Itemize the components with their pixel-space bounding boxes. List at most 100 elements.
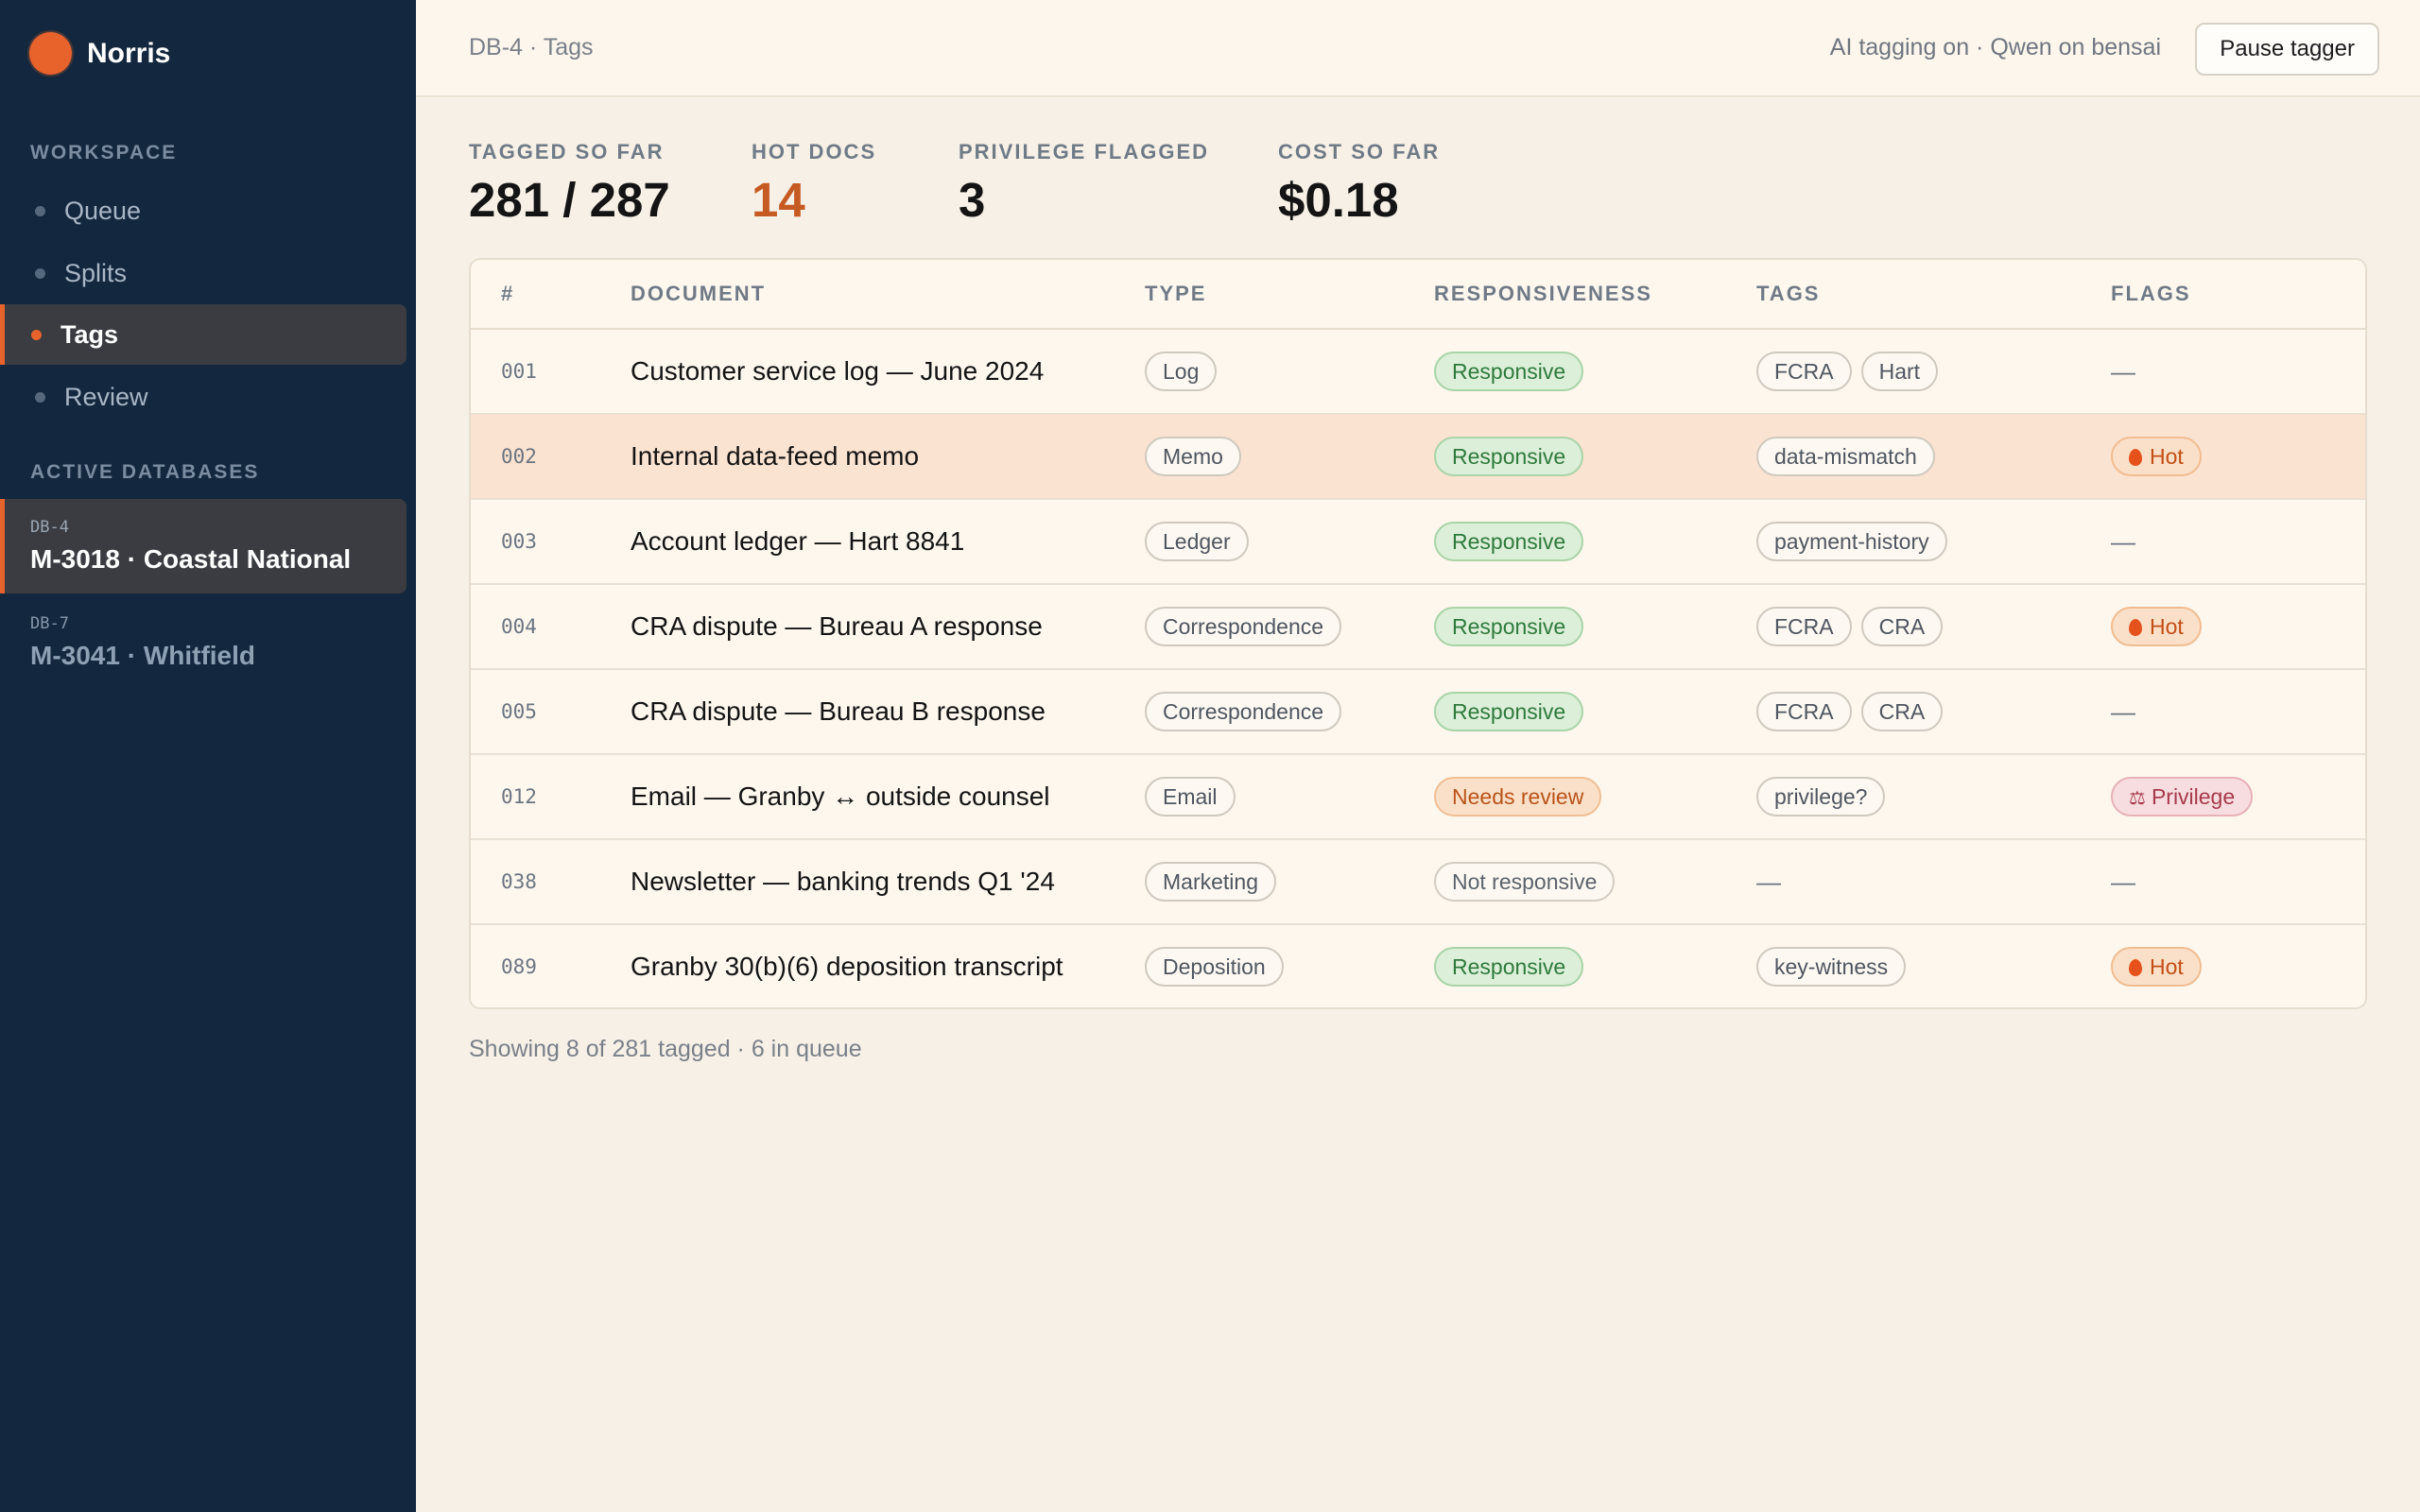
- column-header-tags[interactable]: TAGS: [1756, 282, 1820, 306]
- document-title[interactable]: Internal data-feed memo: [631, 441, 919, 472]
- database-name: M-3041 · Whitfield: [30, 641, 256, 670]
- tag-chip[interactable]: Hart: [1860, 352, 1939, 391]
- tags-empty: —: [1756, 867, 1781, 896]
- hot-flag-badge[interactable]: Hot: [2111, 947, 2202, 987]
- table-row[interactable]: 089 Granby 30(b)(6) deposition transcrip…: [471, 925, 2365, 1007]
- responsiveness-badge[interactable]: Responsive: [1434, 352, 1584, 391]
- type-badge: Ledger: [1145, 522, 1249, 561]
- document-title[interactable]: Email — Granby ↔ outside counsel: [631, 782, 1050, 812]
- doc-number: 089: [501, 955, 537, 978]
- stat-privilege-flagged: PRIVILEGE FLAGGED 3: [959, 140, 1209, 228]
- responsiveness-badge[interactable]: Not responsive: [1434, 862, 1616, 902]
- type-badge: Correspondence: [1145, 607, 1342, 646]
- responsiveness-badge[interactable]: Needs review: [1434, 777, 1602, 816]
- column-header-number[interactable]: #: [501, 282, 514, 306]
- doc-number: 005: [501, 700, 537, 723]
- bullet-icon: [31, 329, 42, 340]
- tag-chip[interactable]: payment-history: [1756, 522, 1947, 561]
- database-code: DB-4: [30, 518, 69, 537]
- sidebar-item-label: Tags: [60, 319, 119, 349]
- doc-number: 003: [501, 530, 537, 553]
- column-header-type[interactable]: TYPE: [1145, 282, 1206, 306]
- database-item-db7[interactable]: DB-7 M-3041 · Whitfield: [0, 595, 406, 690]
- tag-chip[interactable]: data-mismatch: [1756, 437, 1935, 476]
- brand-name: Norris: [87, 37, 171, 69]
- stat-value: $0.18: [1278, 173, 1399, 227]
- doc-number: 001: [501, 360, 537, 383]
- tag-chip[interactable]: CRA: [1860, 692, 1944, 731]
- database-code: DB-7: [30, 614, 69, 633]
- document-title[interactable]: Account ledger — Hart 8841: [631, 526, 964, 557]
- table-row[interactable]: 001 Customer service log — June 2024 Log…: [471, 330, 2365, 415]
- table-row[interactable]: 004 CRA dispute — Bureau A response Corr…: [471, 585, 2365, 670]
- database-name: M-3018 · Coastal National: [30, 544, 352, 574]
- doc-number: 012: [501, 785, 537, 808]
- column-header-flags[interactable]: FLAGS: [2111, 282, 2191, 306]
- flame-icon: [2129, 449, 2142, 466]
- table-row[interactable]: 002 Internal data-feed memo Memo Respons…: [471, 415, 2365, 500]
- document-title[interactable]: Customer service log — June 2024: [631, 356, 1044, 387]
- privilege-flag-badge[interactable]: ⚖ Privilege: [2111, 777, 2254, 816]
- responsiveness-badge[interactable]: Responsive: [1434, 692, 1584, 731]
- brand[interactable]: Norris: [29, 32, 170, 75]
- top-bar: DB-4 · Tags AI tagging on · Qwen on bens…: [416, 0, 2420, 97]
- tags-table: # DOCUMENT TYPE RESPONSIVENESS TAGS FLAG…: [469, 258, 2367, 1009]
- tag-chip[interactable]: key-witness: [1756, 947, 1907, 987]
- stat-value: 14: [752, 173, 805, 227]
- document-title[interactable]: Granby 30(b)(6) deposition transcript: [631, 952, 1063, 982]
- sidebar-item-splits[interactable]: Splits: [0, 243, 406, 303]
- document-title[interactable]: Newsletter — banking trends Q1 '24: [631, 867, 1055, 897]
- stat-tagged: TAGGED SO FAR 281 / 287: [469, 140, 670, 228]
- stat-label: TAGGED SO FAR: [469, 140, 665, 163]
- workspace-section-label: WORKSPACE: [30, 142, 178, 163]
- scales-icon: ⚖: [2129, 788, 2146, 809]
- column-header-document[interactable]: DOCUMENT: [631, 282, 766, 306]
- tag-chip[interactable]: FCRA: [1756, 352, 1852, 391]
- table-footer-summary: Showing 8 of 281 tagged · 6 in queue: [469, 1036, 862, 1062]
- responsiveness-badge[interactable]: Responsive: [1434, 607, 1584, 646]
- doc-number: 038: [501, 870, 537, 893]
- table-row[interactable]: 038 Newsletter — banking trends Q1 '24 M…: [471, 840, 2365, 925]
- stat-cost: COST SO FAR $0.18: [1278, 140, 1440, 228]
- stat-hot-docs: HOT DOCS 14: [752, 140, 876, 228]
- document-title[interactable]: CRA dispute — Bureau B response: [631, 696, 1046, 727]
- column-header-responsiveness[interactable]: RESPONSIVENESS: [1434, 282, 1652, 306]
- database-item-db4[interactable]: DB-4 M-3018 · Coastal National: [0, 499, 406, 593]
- brand-logo-icon: [29, 32, 72, 75]
- responsiveness-badge[interactable]: Responsive: [1434, 947, 1584, 987]
- doc-number: 004: [501, 615, 537, 638]
- responsiveness-badge[interactable]: Responsive: [1434, 522, 1584, 561]
- hot-flag-badge[interactable]: Hot: [2111, 437, 2202, 476]
- type-badge: Marketing: [1145, 862, 1276, 902]
- flag-label: Hot: [2150, 614, 2184, 639]
- sidebar-item-tags[interactable]: Tags: [0, 304, 406, 365]
- stat-value: 281 / 287: [469, 173, 670, 227]
- table-header: # DOCUMENT TYPE RESPONSIVENESS TAGS FLAG…: [471, 260, 2365, 330]
- sidebar-item-queue[interactable]: Queue: [0, 180, 406, 241]
- document-title[interactable]: CRA dispute — Bureau A response: [631, 611, 1043, 642]
- pause-tagger-button[interactable]: Pause tagger: [2195, 23, 2379, 76]
- tag-chip[interactable]: privilege?: [1756, 777, 1886, 816]
- table-row[interactable]: 005 CRA dispute — Bureau B response Corr…: [471, 670, 2365, 755]
- tag-chip[interactable]: CRA: [1860, 607, 1944, 646]
- active-databases-label: ACTIVE DATABASES: [30, 461, 260, 483]
- stat-label: PRIVILEGE FLAGGED: [959, 140, 1210, 163]
- type-badge: Email: [1145, 777, 1236, 816]
- tag-chip[interactable]: FCRA: [1756, 692, 1852, 731]
- stat-value: 3: [959, 173, 986, 227]
- sidebar-item-review[interactable]: Review: [0, 367, 406, 427]
- table-row[interactable]: 003 Account ledger — Hart 8841 Ledger Re…: [471, 500, 2365, 585]
- tag-chip[interactable]: FCRA: [1756, 607, 1852, 646]
- hot-flag-badge[interactable]: Hot: [2111, 607, 2202, 646]
- type-badge: Deposition: [1145, 947, 1284, 987]
- bullet-icon: [35, 391, 45, 403]
- breadcrumb: DB-4 · Tags: [469, 34, 594, 60]
- table-row[interactable]: 012 Email — Granby ↔ outside counsel Ema…: [471, 755, 2365, 840]
- flag-label: Hot: [2150, 954, 2184, 979]
- flag-label: Privilege: [2151, 784, 2236, 809]
- flag-empty: —: [2111, 356, 2135, 386]
- doc-number: 002: [501, 445, 537, 468]
- sidebar-item-label: Queue: [64, 196, 142, 225]
- flag-empty: —: [2111, 526, 2135, 556]
- responsiveness-badge[interactable]: Responsive: [1434, 437, 1584, 476]
